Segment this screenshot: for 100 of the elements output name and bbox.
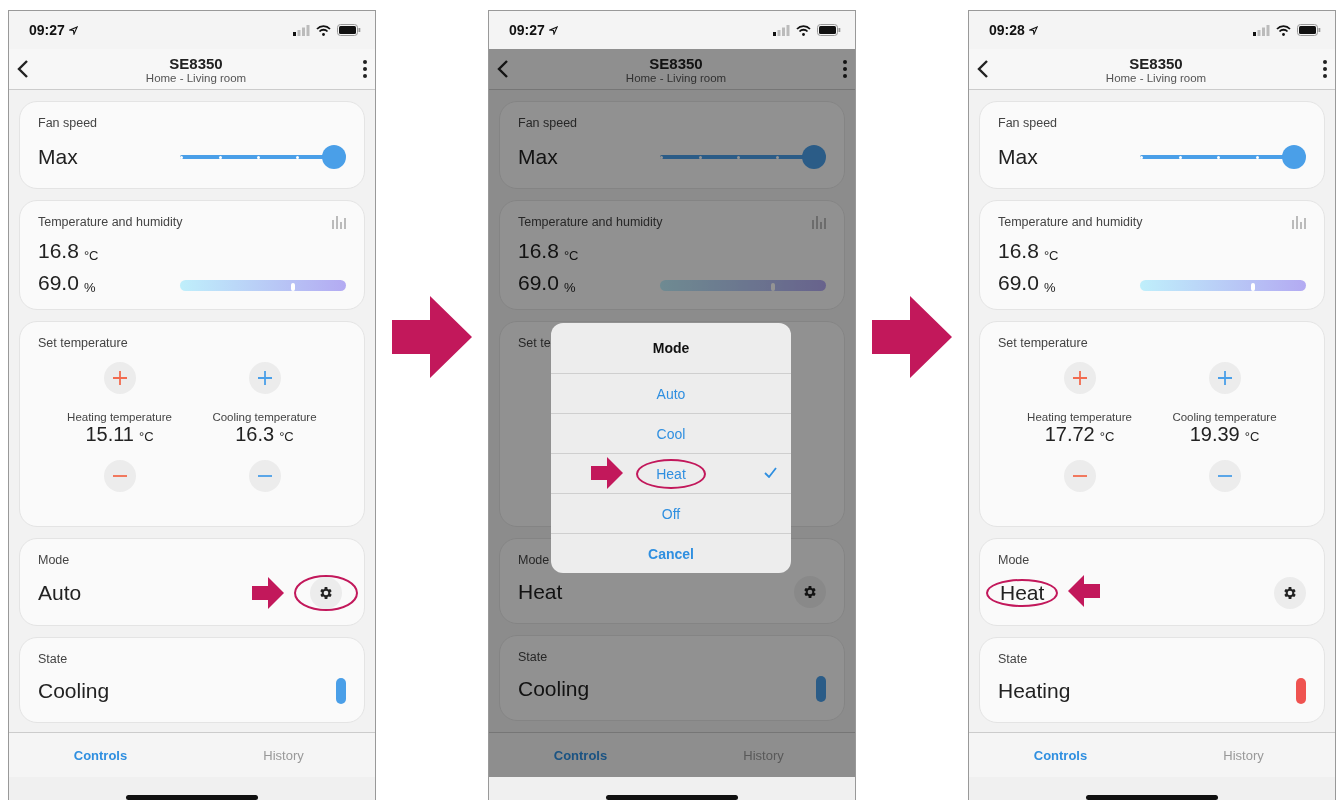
unit-label: °C (139, 429, 154, 444)
card-label: Set te (518, 336, 551, 350)
slider-thumb[interactable] (1282, 145, 1306, 169)
back-icon[interactable] (17, 59, 29, 79)
bar-chart-icon[interactable] (1292, 215, 1306, 229)
increase-button[interactable] (248, 362, 281, 394)
unit-label: °C (279, 429, 294, 444)
setpoint-value: 17.72 (1044, 423, 1095, 446)
increase-button[interactable] (1208, 362, 1241, 394)
tab[interactable]: History (192, 733, 375, 777)
setpoint-value: 15.11 (85, 423, 134, 446)
mode-value: Heat (1000, 581, 1045, 605)
status-time: 09:27 (509, 22, 545, 38)
card-label: Mode (518, 553, 550, 567)
temperature-value: 16.8 (998, 239, 1039, 263)
card-label: Temperature and humidity (38, 215, 183, 229)
cancel-button[interactable]: Cancel (648, 545, 694, 562)
card-label: Fan speed (518, 116, 578, 130)
sheet-title: Mode (651, 339, 691, 358)
signal-icon (293, 24, 310, 36)
card-label: Temperature and humidity (518, 215, 663, 229)
fan-speed-value: Max (38, 145, 78, 169)
setpoint-label: Cooling temperature (1172, 411, 1277, 423)
minus-icon (111, 474, 128, 478)
temperature-value: 16.8 (38, 239, 79, 263)
fan-speed-slider[interactable] (180, 145, 346, 169)
increase-button[interactable] (103, 362, 136, 394)
setpoint-value: 19.39 (1189, 423, 1240, 446)
wifi-icon (1276, 24, 1291, 36)
tab[interactable]: Controls (489, 733, 672, 777)
device-location: Home - Living room (625, 71, 727, 84)
state-value: Heating (998, 679, 1071, 703)
tab[interactable]: Controls (969, 733, 1152, 777)
location-arrow-icon (1028, 25, 1038, 35)
humidity-value: 69.0 (998, 271, 1039, 295)
unit-label: % (83, 280, 96, 295)
decrease-button[interactable] (1063, 460, 1096, 492)
pointer-arrow (1068, 575, 1101, 607)
more-options-icon[interactable] (1323, 60, 1327, 78)
location-arrow-icon (68, 25, 78, 35)
settings-button[interactable] (794, 576, 826, 608)
fan-speed-slider[interactable] (1140, 145, 1306, 169)
status-time: 09:27 (29, 22, 65, 38)
status-time: 09:28 (989, 22, 1025, 38)
wifi-icon (796, 24, 811, 36)
more-options-icon[interactable] (363, 60, 367, 78)
signal-icon (773, 24, 790, 36)
slider-thumb[interactable] (802, 145, 826, 169)
settings-icon (1282, 585, 1298, 601)
setpoint-label: Cooling temperature (212, 411, 317, 423)
tab[interactable]: Controls (9, 733, 192, 777)
card-label: State (38, 652, 68, 666)
settings-button[interactable] (310, 577, 342, 609)
location-arrow-icon (548, 25, 558, 35)
battery-icon (817, 24, 841, 36)
unit-label: °C (563, 248, 579, 263)
settings-icon (318, 585, 334, 601)
card-label: State (518, 650, 548, 664)
slider-thumb[interactable] (322, 145, 346, 169)
decrease-button[interactable] (103, 460, 136, 492)
card-label: Mode (998, 553, 1030, 567)
setpoint-label: Heating temperature (1027, 411, 1132, 423)
card-label: Mode (38, 553, 70, 567)
battery-icon (337, 24, 361, 36)
fan-speed-slider[interactable] (660, 145, 826, 169)
unit-label: % (1043, 280, 1056, 295)
sheet-option[interactable]: Heat (656, 465, 686, 482)
mode-value: Auto (38, 581, 82, 605)
pointer-arrow (252, 577, 284, 609)
setpoint-label: Heating temperature (67, 411, 172, 423)
card-label: Fan speed (998, 116, 1058, 130)
device-location: Home - Living room (145, 71, 247, 84)
decrease-button[interactable] (1208, 460, 1241, 492)
more-options-icon[interactable] (843, 60, 847, 78)
back-icon[interactable] (977, 59, 989, 79)
card-label: Set temperature (998, 336, 1088, 350)
bar-chart-icon[interactable] (332, 215, 346, 229)
minus-icon (256, 474, 273, 478)
increase-button[interactable] (1063, 362, 1096, 394)
card-label: State (998, 652, 1028, 666)
decrease-button[interactable] (248, 460, 281, 492)
sheet-option[interactable]: Auto (656, 385, 686, 402)
unit-label: °C (83, 248, 99, 263)
back-icon[interactable] (497, 59, 509, 79)
wifi-icon (316, 24, 331, 36)
tab[interactable]: History (1152, 733, 1335, 777)
minus-icon (1071, 474, 1088, 478)
card-label: Set temperature (38, 336, 128, 350)
temperature-value: 16.8 (518, 239, 559, 263)
unit-label: °C (1099, 429, 1115, 444)
sheet-option[interactable]: Cool (656, 425, 686, 442)
card-label: Fan speed (38, 116, 98, 130)
state-value: Cooling (38, 679, 110, 703)
bar-chart-icon[interactable] (812, 215, 826, 229)
settings-button[interactable] (1274, 577, 1306, 609)
humidity-value: 69.0 (38, 271, 79, 295)
sheet-option[interactable]: Off (661, 505, 681, 522)
signal-icon (1253, 24, 1270, 36)
pointer-arrow (591, 457, 623, 489)
humidity-value: 69.0 (518, 271, 559, 295)
